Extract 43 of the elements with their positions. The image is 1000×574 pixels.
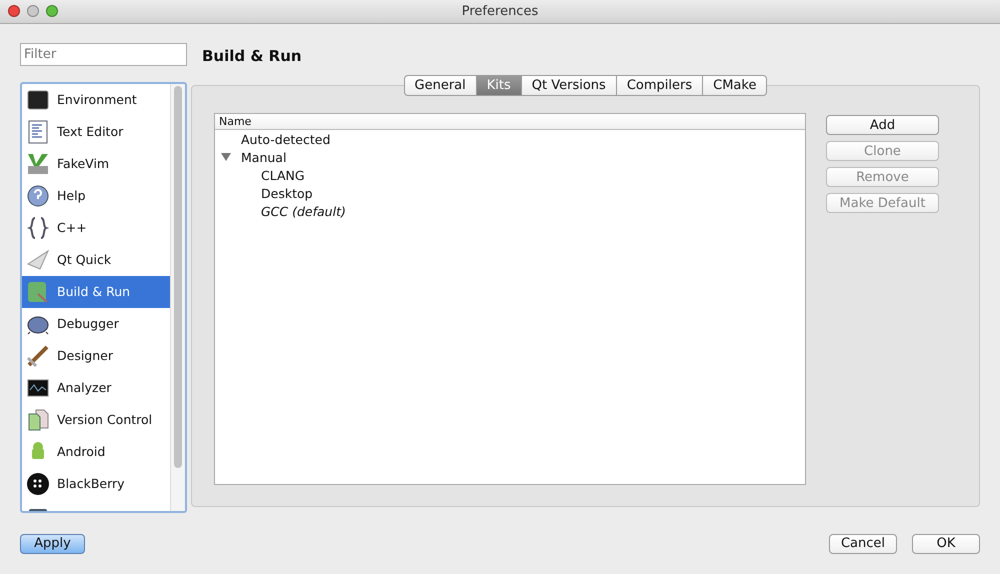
sidebar-item[interactable]: Environment — [22, 84, 170, 116]
tree-item[interactable]: Auto-detected — [241, 132, 330, 146]
document-icon — [26, 120, 50, 144]
sidebar-item[interactable]: Qt Quick — [22, 244, 170, 276]
apply-button[interactable]: Apply — [20, 534, 85, 554]
close-icon[interactable] — [8, 5, 20, 17]
tree-item[interactable]: GCC (default) — [261, 204, 346, 218]
tree-item[interactable]: Desktop — [261, 186, 313, 200]
braces-icon — [26, 216, 50, 240]
tree-item[interactable]: Manual — [241, 150, 286, 164]
sidebar-item[interactable]: BlackBerry — [22, 468, 170, 500]
sidebar-item[interactable]: Help — [22, 180, 170, 212]
sidebar-item[interactable]: Debugger — [22, 308, 170, 340]
sidebar-item[interactable]: Text Editor — [22, 116, 170, 148]
sidebar-item[interactable]: C++ — [22, 212, 170, 244]
dots-icon — [26, 472, 50, 496]
filter-field[interactable]: Filter — [20, 43, 187, 66]
question-icon — [26, 184, 50, 208]
documents-icon — [26, 408, 50, 432]
tab[interactable]: Compilers — [616, 75, 704, 96]
window-title: Preferences — [462, 4, 538, 19]
tab[interactable]: General — [404, 75, 477, 96]
zoom-icon[interactable] — [46, 5, 58, 17]
scrollbar-thumb[interactable] — [174, 86, 182, 468]
monitor-icon — [26, 88, 50, 112]
sidebar-item[interactable]: Build & Run — [22, 276, 170, 308]
cancel-button[interactable]: Cancel — [829, 534, 897, 554]
sidebar-item[interactable]: Designer — [22, 340, 170, 372]
disclosure-triangle-icon[interactable] — [221, 153, 231, 161]
tree-item[interactable]: CLANG — [261, 168, 305, 182]
paper-plane-icon — [26, 248, 50, 272]
checkmark-icon — [26, 152, 50, 176]
sidebar-item[interactable]: Analyzer — [22, 372, 170, 404]
minimize-icon[interactable] — [27, 5, 39, 17]
sidebar-item[interactable]: FakeVim — [22, 148, 170, 180]
sidebar-item[interactable]: Version Control — [22, 404, 170, 436]
tab[interactable]: Qt Versions — [522, 75, 617, 96]
tab[interactable]: CMake — [703, 75, 768, 96]
ok-button[interactable]: OK — [912, 534, 980, 554]
page-title: Build & Run — [202, 47, 303, 67]
kit-button[interactable]: Add — [826, 115, 939, 135]
column-header: Name — [215, 114, 805, 130]
sidebar-item[interactable]: Android — [22, 436, 170, 468]
